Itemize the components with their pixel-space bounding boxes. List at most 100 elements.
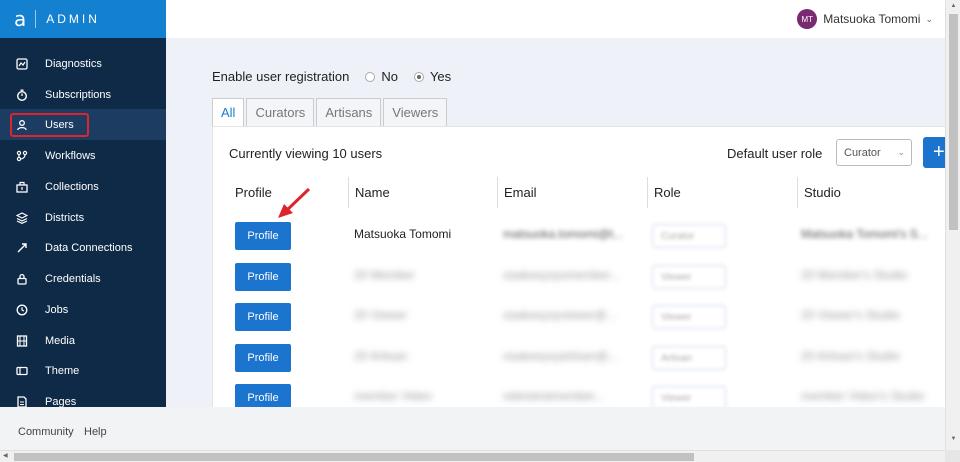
user-email-cell: osakeeyxyviewer@...	[503, 308, 617, 322]
sidebar-item-pages[interactable]: Pages	[0, 386, 166, 407]
link-arrow-icon	[16, 242, 28, 254]
sidebar: a ADMIN Diagnostics Subscriptions Users …	[0, 0, 166, 407]
scroll-down-icon[interactable]: ▼	[949, 436, 958, 442]
user-name-cell: member Video	[354, 389, 432, 403]
sidebar-item-label: Diagnostics	[45, 57, 102, 70]
column-email: Email	[497, 177, 647, 208]
layers-icon	[16, 211, 28, 224]
scroll-up-icon[interactable]: ▲	[949, 3, 958, 9]
sidebar-item-subscriptions[interactable]: Subscriptions	[0, 79, 166, 110]
scrollbar-corner	[945, 450, 960, 462]
sidebar-item-diagnostics[interactable]: Diagnostics	[0, 48, 166, 79]
sidebar-item-districts[interactable]: Districts	[0, 202, 166, 233]
radio-yes-circle	[413, 71, 424, 82]
brand-divider	[35, 10, 37, 28]
tab-curators[interactable]: Curators	[246, 98, 315, 126]
default-role-value: Curator	[844, 146, 881, 159]
user-email-cell: osakeeyxyomember...	[503, 268, 620, 282]
profile-button[interactable]: Profile	[235, 344, 291, 372]
user-tabs: All Curators Artisans Viewers	[212, 98, 449, 126]
sidebar-item-media[interactable]: Media	[0, 325, 166, 356]
chevron-down-icon: ⌄	[897, 147, 905, 157]
radio-no[interactable]: No	[365, 69, 398, 84]
user-email-cell: matsuoka.tomomi@t...	[503, 227, 624, 241]
column-role: Role	[647, 177, 797, 208]
help-link[interactable]: Help	[84, 426, 107, 438]
theme-icon	[16, 365, 28, 377]
sidebar-item-theme[interactable]: Theme	[0, 355, 166, 386]
table-row: Profile member Video videotestmember... …	[229, 381, 945, 407]
chart-icon	[16, 57, 28, 70]
tab-artisans[interactable]: Artisans	[316, 98, 382, 126]
sidebar-item-label: Districts	[45, 211, 85, 224]
sidebar-item-label: Pages	[45, 395, 77, 408]
default-role-select[interactable]: Curator ⌄	[836, 139, 912, 166]
user-name-cell: 20 Viewer	[354, 308, 408, 322]
profile-button[interactable]: Profile	[235, 384, 291, 407]
radio-yes[interactable]: Yes	[413, 69, 451, 84]
add-user-button[interactable]: +	[923, 137, 945, 168]
user-studio-cell: Matsuoka Tomomi's S...	[801, 227, 928, 241]
horizontal-scroll-thumb[interactable]	[14, 453, 694, 461]
vertical-scroll-thumb[interactable]	[949, 14, 958, 230]
user-studio-cell: member Video's Studio	[801, 389, 925, 403]
sidebar-item-label: Collections	[45, 180, 99, 193]
profile-button[interactable]: Profile	[235, 303, 291, 331]
community-link[interactable]: Community	[18, 426, 74, 438]
registration-label: Enable user registration	[212, 69, 350, 84]
lock-icon	[16, 273, 28, 285]
brand-bar[interactable]: a ADMIN	[0, 0, 166, 38]
user-name-cell: Matsuoka Tomomi	[354, 227, 452, 241]
default-role-label: Default user role	[727, 146, 823, 161]
radio-no-circle	[365, 71, 376, 82]
table-row: Profile 20 Viewer osakeeyxyviewer@... Vi…	[229, 300, 945, 340]
sidebar-item-data-connections[interactable]: Data Connections	[0, 232, 166, 263]
role-select[interactable]: Viewer	[652, 265, 726, 289]
profile-button[interactable]: Profile	[235, 263, 291, 291]
user-name-cell: 20 Member	[354, 268, 415, 282]
collection-icon	[16, 181, 28, 193]
profile-button[interactable]: Profile	[235, 222, 291, 250]
sidebar-item-credentials[interactable]: Credentials	[0, 263, 166, 294]
role-select[interactable]: Artisan	[652, 346, 726, 370]
film-icon	[16, 334, 28, 347]
viewing-count: Currently viewing 10 users	[229, 146, 383, 161]
user-name-cell: 20 Artisan	[354, 349, 408, 363]
radio-no-label: No	[381, 69, 398, 84]
workflow-icon	[16, 150, 28, 162]
user-menu[interactable]: MT Matsuoka Tomomi ⌄	[797, 9, 933, 29]
role-select[interactable]: Curator	[652, 224, 726, 248]
vertical-scrollbar[interactable]: ▲ ▼	[945, 0, 960, 450]
column-name: Name	[348, 177, 498, 208]
clock-icon	[16, 304, 28, 316]
registration-setting: Enable user registration No Yes	[212, 69, 451, 84]
table-header: Profile Name Email Role Studio	[229, 177, 945, 208]
table-row: Profile Matsuoka Tomomi matsuoka.tomomi@…	[229, 219, 945, 259]
sidebar-item-label: Media	[45, 334, 75, 347]
red-arrow-annotation	[278, 187, 311, 218]
role-select[interactable]: Viewer	[652, 386, 726, 407]
sidebar-item-workflows[interactable]: Workflows	[0, 140, 166, 171]
tab-all[interactable]: All	[212, 98, 245, 126]
scroll-left-icon[interactable]: ◀	[3, 452, 8, 459]
sidebar-item-label: Data Connections	[45, 241, 133, 254]
top-header: MT Matsuoka Tomomi ⌄	[166, 0, 945, 38]
brand-logo: a	[14, 7, 27, 31]
sidebar-item-jobs[interactable]: Jobs	[0, 294, 166, 325]
user-email-cell: videotestmember...	[503, 389, 605, 403]
stopwatch-icon	[16, 89, 28, 101]
page-icon	[16, 395, 28, 407]
sidebar-item-label: Jobs	[45, 303, 69, 316]
highlight-box	[10, 113, 89, 137]
sidebar-item-label: Subscriptions	[45, 88, 112, 101]
horizontal-scrollbar[interactable]: ◀	[0, 450, 945, 462]
user-studio-cell: 20 Artisan's Studio	[801, 349, 901, 363]
table-row: Profile 20 Member osakeeyxyomember... Vi…	[229, 260, 945, 300]
column-studio: Studio	[797, 177, 945, 208]
sidebar-item-label: Theme	[45, 364, 80, 377]
chevron-down-icon: ⌄	[925, 13, 933, 24]
role-select[interactable]: Viewer	[652, 305, 726, 329]
sidebar-item-collections[interactable]: Collections	[0, 171, 166, 202]
sidebar-item-label: Workflows	[45, 149, 96, 162]
tab-viewers[interactable]: Viewers	[383, 98, 448, 126]
